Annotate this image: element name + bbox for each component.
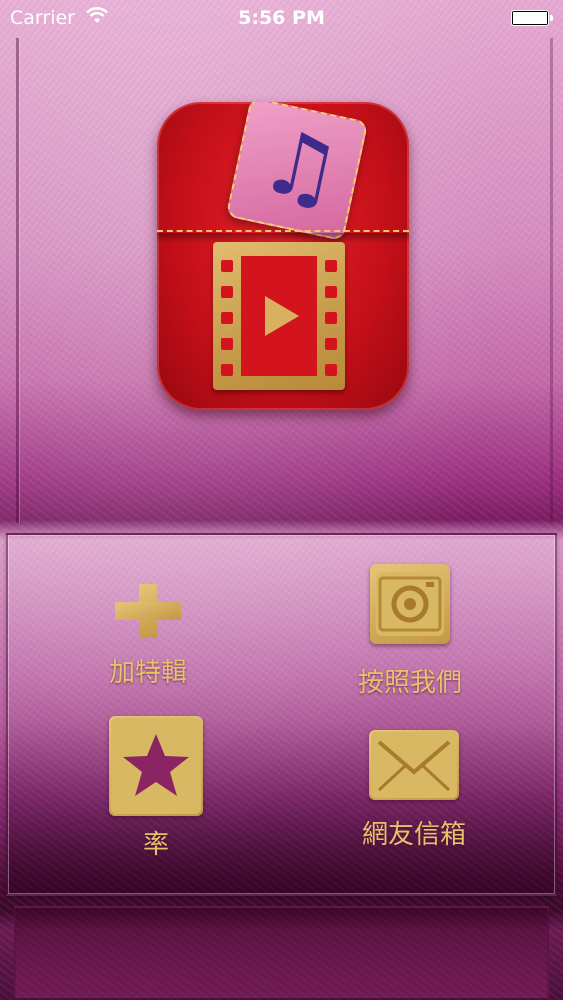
plus-icon (115, 584, 181, 638)
menu-item-label: 網友信箱 (361, 820, 466, 850)
battery-icon (511, 10, 553, 26)
leather-seam (16, 38, 19, 523)
bottom-strip (14, 906, 549, 1000)
camera-icon (370, 564, 450, 644)
menu-item-follow[interactable]: 按照我們 (340, 564, 480, 699)
menu-item-label: 加特輯 (108, 658, 187, 688)
clock: 5:56 PM (238, 7, 325, 29)
music-card: ♫ (225, 102, 369, 242)
menu-item-label: 率 (142, 830, 169, 860)
menu-item-mailbox[interactable]: 網友信箱 (344, 730, 484, 851)
status-bar: Carrier 5:56 PM (0, 0, 563, 38)
star-icon (109, 716, 203, 816)
play-icon (265, 296, 299, 336)
leather-seam (550, 38, 553, 523)
menu-item-add[interactable]: 加特輯 (88, 584, 208, 689)
film-play-icon (213, 242, 345, 390)
music-note-icon: ♫ (251, 107, 351, 225)
mail-icon (369, 730, 459, 800)
menu-item-rate[interactable]: 率 (96, 716, 216, 861)
film-window (241, 256, 317, 376)
menu-item-label: 按照我們 (357, 668, 462, 698)
app-logo: ♫ (157, 102, 409, 410)
